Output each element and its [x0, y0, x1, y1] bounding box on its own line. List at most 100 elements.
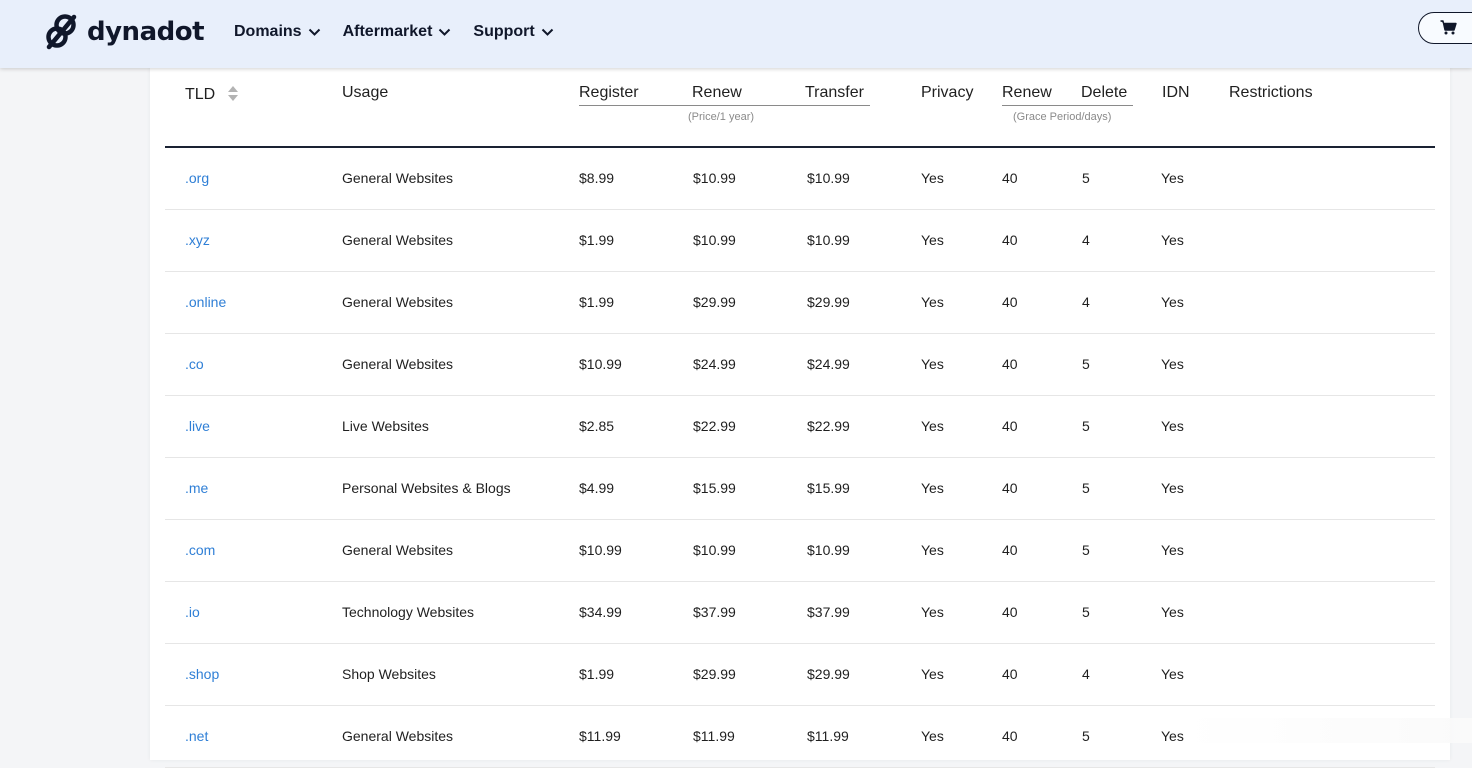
price-group-underline — [579, 105, 870, 106]
register-price-cell: $34.99 — [579, 604, 622, 620]
grace-renew-cell: 40 — [1002, 418, 1018, 434]
grace-renew-cell: 40 — [1002, 542, 1018, 558]
grace-delete-cell: 5 — [1082, 418, 1090, 434]
idn-cell: Yes — [1161, 170, 1184, 186]
tld-link[interactable]: .live — [185, 418, 210, 434]
privacy-cell: Yes — [921, 604, 944, 620]
register-price-cell: $8.99 — [579, 170, 615, 186]
usage-cell: General Websites — [342, 728, 454, 744]
table-row: .shop Shop Websites $1.99 $29.99 $29.99 … — [165, 644, 1435, 706]
usage-cell: Technology Websites — [342, 604, 475, 620]
usage-cell: General Websites — [342, 356, 454, 372]
tld-link[interactable]: .online — [185, 294, 226, 310]
usage-cell: Live Websites — [342, 418, 429, 434]
tld-link[interactable]: .me — [185, 480, 208, 496]
price-note: (Price/1 year) — [688, 111, 755, 123]
table-row: .live Live Websites $2.85 $22.99 $22.99 … — [165, 396, 1435, 458]
tld-link[interactable]: .org — [185, 170, 209, 186]
privacy-cell: Yes — [921, 666, 944, 682]
table-row: .online General Websites $1.99 $29.99 $2… — [165, 272, 1435, 334]
nav-aftermarket[interactable]: Aftermarket — [343, 23, 452, 41]
idn-cell: Yes — [1161, 666, 1184, 682]
grace-renew-cell: 40 — [1002, 604, 1018, 620]
grace-renew-cell: 40 — [1002, 728, 1018, 744]
bottom-right-overlay — [1180, 718, 1472, 743]
sort-icon[interactable] — [227, 86, 238, 101]
grace-delete-cell: 4 — [1082, 294, 1090, 310]
usage-cell: Shop Websites — [342, 666, 436, 682]
brand-name: dynadot — [87, 17, 205, 47]
chevron-down-icon — [541, 28, 553, 36]
usage-cell: General Websites — [342, 294, 454, 310]
column-header-grace-renew: Renew — [1002, 84, 1052, 101]
cart-icon — [1440, 20, 1457, 35]
grace-renew-cell: 40 — [1002, 480, 1018, 496]
tld-link[interactable]: .net — [185, 728, 208, 744]
nav-domains[interactable]: Domains — [234, 23, 321, 41]
cart-button[interactable] — [1418, 12, 1472, 44]
column-header-tld[interactable]: TLD — [185, 84, 238, 104]
register-price-cell: $2.85 — [579, 418, 615, 434]
renew-price-cell: $29.99 — [693, 666, 736, 682]
transfer-price-cell: $10.99 — [807, 542, 850, 558]
grace-renew-cell: 40 — [1002, 666, 1018, 682]
register-price-cell: $11.99 — [579, 728, 621, 744]
main-nav: Domains Aftermarket Support — [234, 23, 576, 41]
transfer-price-cell: $29.99 — [807, 294, 850, 310]
renew-price-cell: $29.99 — [693, 294, 736, 310]
nav-aftermarket-label: Aftermarket — [342, 23, 433, 40]
renew-price-cell: $10.99 — [693, 170, 736, 186]
table-row: .org General Websites $8.99 $10.99 $10.9… — [165, 148, 1435, 210]
transfer-price-cell: $37.99 — [807, 604, 850, 620]
nav-support[interactable]: Support — [473, 23, 553, 41]
register-price-cell: $1.99 — [579, 294, 615, 310]
column-header-tld-label: TLD — [185, 86, 216, 103]
idn-cell: Yes — [1161, 480, 1184, 496]
dynadot-logo-icon — [46, 14, 77, 50]
tld-link[interactable]: .xyz — [185, 232, 210, 248]
usage-cell: General Websites — [342, 170, 454, 186]
grace-delete-cell: 4 — [1082, 666, 1090, 682]
renew-price-cell: $22.99 — [693, 418, 736, 434]
tld-link[interactable]: .co — [185, 356, 204, 372]
chevron-down-icon — [308, 28, 320, 36]
table-row: .io Technology Websites $34.99 $37.99 $3… — [165, 582, 1435, 644]
usage-cell: General Websites — [342, 232, 454, 248]
site-header: dynadot Domains Aftermarket Support — [0, 0, 1472, 68]
register-price-cell: $10.99 — [579, 542, 622, 558]
nav-support-label: Support — [473, 23, 535, 40]
idn-cell: Yes — [1161, 604, 1184, 620]
privacy-cell: Yes — [921, 542, 944, 558]
privacy-cell: Yes — [921, 728, 944, 744]
grace-delete-cell: 5 — [1082, 170, 1090, 186]
register-price-cell: $1.99 — [579, 666, 615, 682]
transfer-price-cell: $11.99 — [807, 728, 849, 744]
idn-cell: Yes — [1161, 232, 1184, 248]
privacy-cell: Yes — [921, 356, 944, 372]
column-header-transfer: Transfer — [805, 84, 864, 101]
column-header-grace-delete: Delete — [1081, 84, 1128, 101]
tld-link[interactable]: .com — [185, 542, 215, 558]
brand-logo[interactable]: dynadot — [45, 14, 205, 50]
usage-cell: General Websites — [342, 542, 454, 558]
column-header-usage: Usage — [342, 84, 389, 101]
grace-renew-cell: 40 — [1002, 232, 1018, 248]
transfer-price-cell: $29.99 — [807, 666, 850, 682]
transfer-price-cell: $10.99 — [807, 170, 850, 186]
table-row: .me Personal Websites & Blogs $4.99 $15.… — [165, 458, 1435, 520]
renew-price-cell: $24.99 — [693, 356, 736, 372]
grace-delete-cell: 5 — [1082, 480, 1090, 496]
tld-link[interactable]: .io — [185, 604, 200, 620]
grace-delete-cell: 4 — [1082, 232, 1090, 248]
privacy-cell: Yes — [921, 170, 944, 186]
privacy-cell: Yes — [921, 294, 944, 310]
grace-delete-cell: 5 — [1082, 728, 1090, 744]
renew-price-cell: $11.99 — [693, 728, 735, 744]
tld-link[interactable]: .shop — [185, 666, 219, 682]
renew-price-cell: $10.99 — [693, 232, 736, 248]
privacy-cell: Yes — [921, 232, 944, 248]
grace-renew-cell: 40 — [1002, 294, 1018, 310]
grace-delete-cell: 5 — [1082, 356, 1090, 372]
renew-price-cell: $10.99 — [693, 542, 736, 558]
renew-price-cell: $37.99 — [693, 604, 736, 620]
